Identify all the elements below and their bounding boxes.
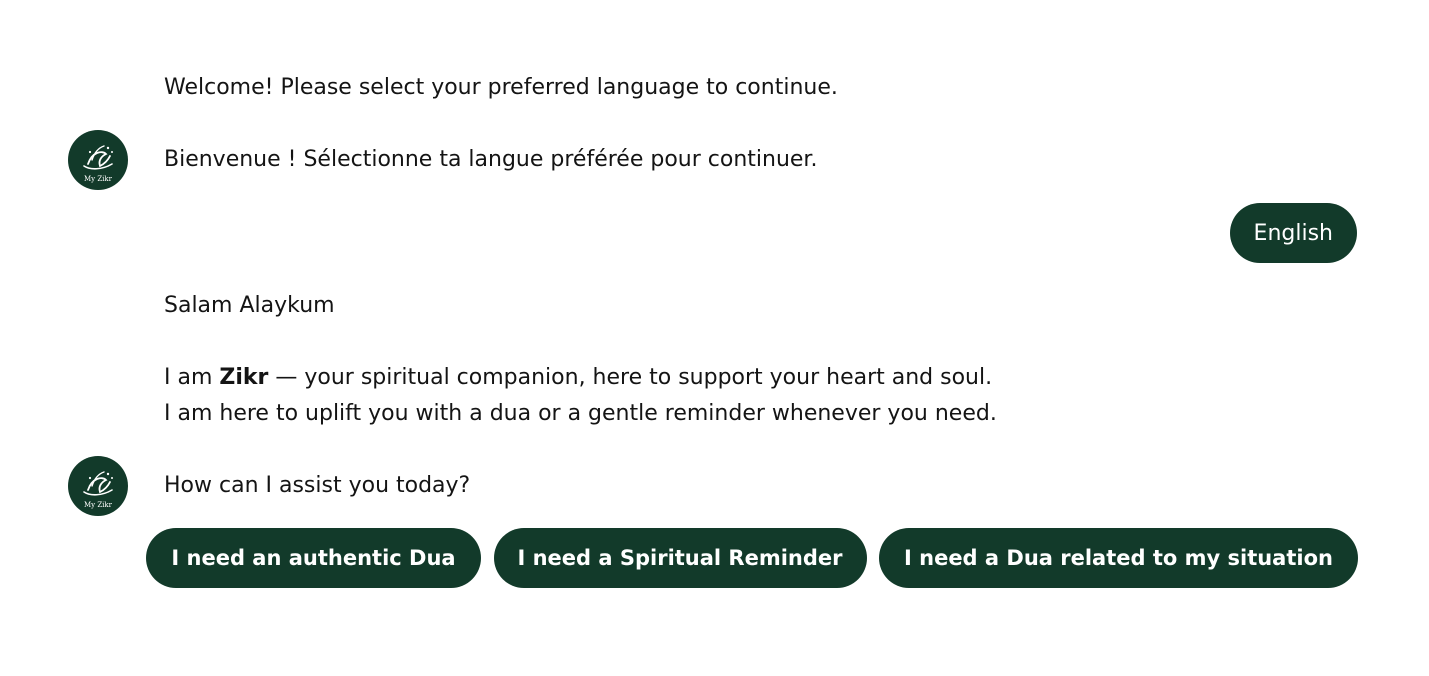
bot-avatar: My Zikr [68, 456, 128, 516]
intro-text: I am Zikr — your spiritual companion, he… [164, 360, 997, 396]
uplift-text: I am here to uplift you with a dua or a … [164, 401, 997, 426]
bot-avatar: My Zikr [68, 130, 128, 190]
intro-suffix: — your spiritual companion, here to supp… [268, 365, 993, 390]
welcome-text-en: Welcome! Please select your preferred la… [164, 75, 838, 100]
greeting-text: Salam Alaykum [164, 293, 335, 318]
avatar-label: My Zikr [84, 175, 113, 183]
chat-window: Welcome! Please select your preferred la… [0, 0, 1429, 676]
authentic-dua-button[interactable]: I need an authentic Dua [146, 528, 481, 588]
bot-name: Zikr [219, 365, 269, 390]
avatar-label: My Zikr [84, 501, 113, 509]
welcome-text-fr: Bienvenue ! Sélectionne ta langue préfér… [164, 147, 818, 172]
myzikr-logo-icon: My Zikr [83, 145, 113, 183]
bot-message-language-prompt: Welcome! Please select your preferred la… [164, 70, 838, 178]
quick-reply-options: I need an authentic Dua I need a Spiritu… [146, 528, 1358, 588]
myzikr-logo-icon: My Zikr [83, 471, 113, 509]
question-text: How can I assist you today? [164, 473, 471, 498]
user-reply-bubble[interactable]: English [1229, 203, 1357, 263]
bot-message-welcome: Salam Alaykum I am Zikr — your spiritual… [164, 288, 997, 504]
spiritual-reminder-button[interactable]: I need a Spiritual Reminder [493, 528, 867, 588]
situation-dua-button[interactable]: I need a Dua related to my situation [879, 528, 1358, 588]
intro-prefix: I am [164, 365, 220, 390]
